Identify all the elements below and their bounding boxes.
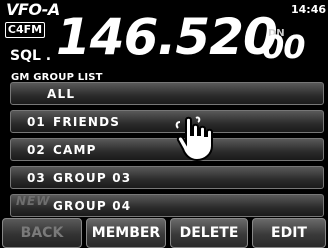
sql-indicator: SQL . — [10, 48, 52, 64]
back-button[interactable]: BACK — [2, 218, 82, 248]
frequency-header: VFO-A C4FM SQL . 146.520 DN 00 14:46 — [0, 0, 328, 70]
list-item-group-03[interactable]: 03 GROUP 03 — [10, 166, 324, 189]
list-item-number: 01 — [27, 115, 46, 129]
clock: 14:46 — [290, 3, 326, 16]
list-item-label: GROUP 04 — [53, 199, 132, 213]
frequency-suffix: 00 — [262, 28, 306, 66]
edit-button[interactable]: EDIT — [252, 218, 326, 248]
vfo-label: VFO-A — [6, 0, 60, 19]
frequency-display: 146.520 — [56, 8, 278, 66]
list-item-camp[interactable]: 02 CAMP — [10, 138, 324, 161]
list-item-label: ALL — [47, 87, 76, 101]
list-item-group-04[interactable]: GROUP 04 — [10, 194, 324, 217]
list-item-number: 03 — [27, 171, 46, 185]
button-bar: BACK MEMBER DELETE EDIT — [0, 218, 328, 248]
list-item-all[interactable]: ALL — [10, 82, 324, 105]
delete-button[interactable]: DELETE — [170, 218, 248, 248]
member-button[interactable]: MEMBER — [86, 218, 166, 248]
list-item-friends[interactable]: 01 FRIENDS — [10, 110, 324, 133]
list-item-label: FRIENDS — [53, 115, 121, 129]
list-item-label: CAMP — [53, 143, 97, 157]
hand-pointer-icon — [172, 112, 224, 164]
list-item-label: GROUP 03 — [53, 171, 132, 185]
mode-badge: C4FM — [5, 22, 45, 38]
new-indicator: NEW — [16, 194, 51, 208]
list-item-number: 02 — [27, 143, 46, 157]
